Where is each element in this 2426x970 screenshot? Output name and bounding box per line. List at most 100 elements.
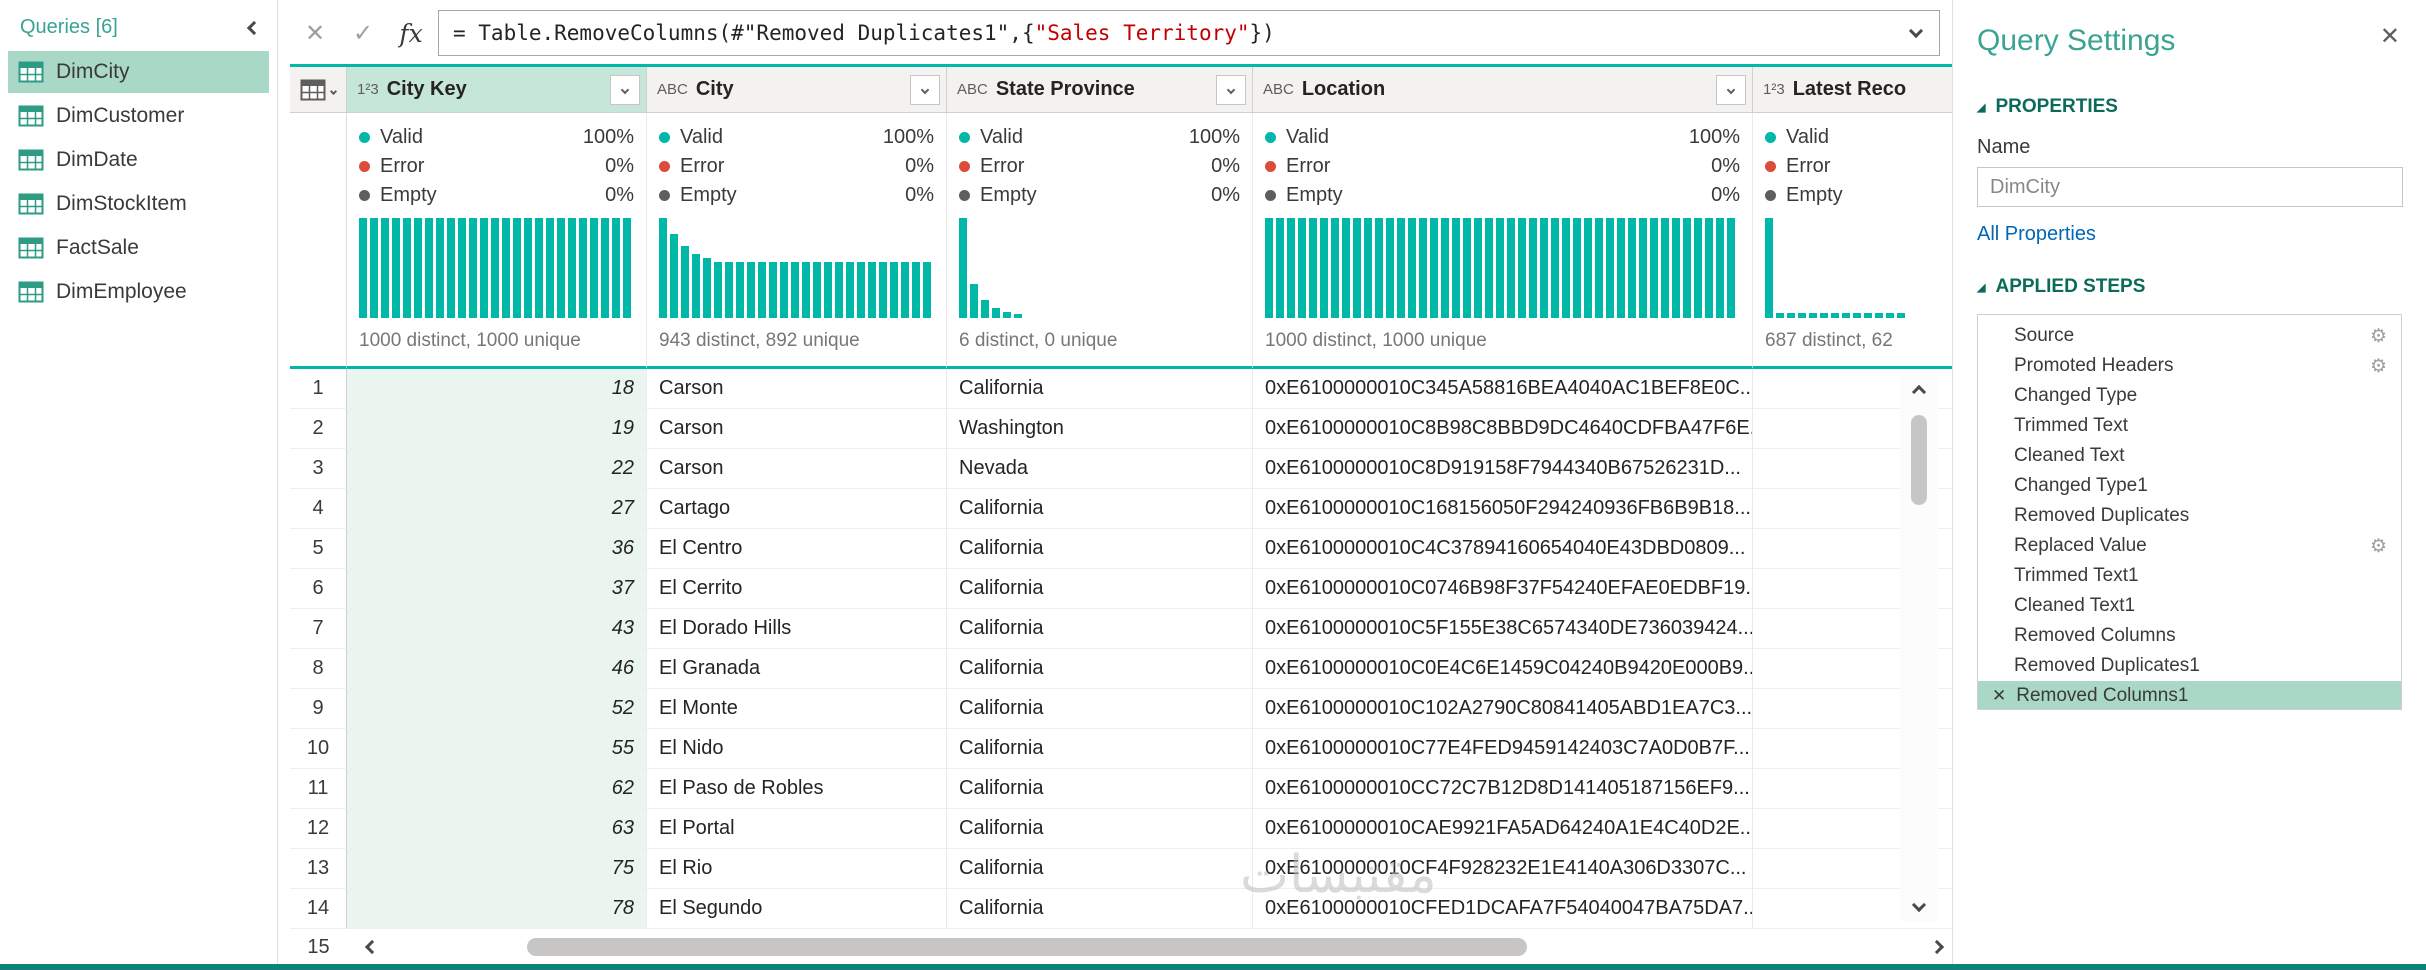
cell[interactable]: California: [947, 849, 1253, 889]
cell[interactable]: 78: [347, 889, 647, 929]
cell[interactable]: 0xE6100000010C102A2790C80841405ABD1EA7C3…: [1253, 689, 1753, 729]
applied-step-source[interactable]: Source ⚙: [1978, 321, 2401, 351]
cell[interactable]: 18: [347, 369, 647, 409]
cell[interactable]: 0xE6100000010C0E4C6E1459C04240B9420E000B…: [1253, 649, 1753, 689]
cell[interactable]: California: [947, 729, 1253, 769]
cell[interactable]: California: [947, 489, 1253, 529]
applied-step-trimmed-text[interactable]: Trimmed Text: [1978, 411, 2401, 441]
cell[interactable]: 52: [347, 689, 647, 729]
cell[interactable]: California: [947, 769, 1253, 809]
scroll-up-icon[interactable]: [1911, 384, 1927, 400]
delete-step-icon[interactable]: ✕: [1992, 686, 2006, 706]
sidebar-item-dimcity[interactable]: DimCity: [8, 51, 269, 93]
row-number[interactable]: 11: [290, 769, 347, 809]
cell[interactable]: 19: [347, 409, 647, 449]
cell[interactable]: El Portal: [647, 809, 947, 849]
applied-step-trimmed-text1[interactable]: Trimmed Text1: [1978, 561, 2401, 591]
step-settings-gear-icon[interactable]: ⚙: [2370, 535, 2387, 558]
cell[interactable]: California: [947, 689, 1253, 729]
sidebar-item-dimstockitem[interactable]: DimStockItem: [8, 183, 269, 225]
cell[interactable]: Carson: [647, 369, 947, 409]
cell[interactable]: 0xE6100000010C8B98C8BBD9DC4640CDFBA47F6E…: [1253, 409, 1753, 449]
cell[interactable]: 63: [347, 809, 647, 849]
cell[interactable]: California: [947, 809, 1253, 849]
cell[interactable]: 0xE6100000010CC72C7B12D8D141405187156EF9…: [1253, 769, 1753, 809]
cancel-formula-button[interactable]: ✕: [294, 19, 336, 48]
close-icon[interactable]: ✕: [2380, 22, 2400, 51]
applied-step-changed-type[interactable]: Changed Type: [1978, 381, 2401, 411]
cell[interactable]: 0xE6100000010C77E4FED9459142403C7A0D0B7F…: [1253, 729, 1753, 769]
cell[interactable]: California: [947, 529, 1253, 569]
column-header-city[interactable]: ABC City: [647, 67, 947, 113]
cell[interactable]: California: [947, 609, 1253, 649]
scroll-right-icon[interactable]: [1929, 939, 1945, 955]
sidebar-item-dimcustomer[interactable]: DimCustomer: [8, 95, 269, 137]
cell[interactable]: 22: [347, 449, 647, 489]
row-number[interactable]: 7: [290, 609, 347, 649]
row-number[interactable]: 10: [290, 729, 347, 769]
collapse-queries-pane-icon[interactable]: [246, 20, 262, 35]
scroll-down-icon[interactable]: [1911, 897, 1927, 913]
applied-step-replaced-value[interactable]: Replaced Value ⚙: [1978, 531, 2401, 561]
cell[interactable]: 0xE6100000010C345A58816BEA4040AC1BEF8E0C…: [1253, 369, 1753, 409]
cell[interactable]: El Paso de Robles: [647, 769, 947, 809]
cell[interactable]: El Granada: [647, 649, 947, 689]
query-name-input[interactable]: [1977, 167, 2403, 207]
row-number[interactable]: 3: [290, 449, 347, 489]
sidebar-item-factsale[interactable]: FactSale: [8, 227, 269, 269]
row-number[interactable]: 4: [290, 489, 347, 529]
row-number[interactable]: 5: [290, 529, 347, 569]
cell[interactable]: California: [947, 569, 1253, 609]
step-settings-gear-icon[interactable]: ⚙: [2370, 355, 2387, 378]
cell[interactable]: El Rio: [647, 849, 947, 889]
applied-steps-section-header[interactable]: ◢ APPLIED STEPS: [1953, 268, 2426, 306]
formula-input[interactable]: = Table.RemoveColumns(#"Removed Duplicat…: [438, 10, 1940, 56]
cell[interactable]: 0xE6100000010CAE9921FA5AD64240A1E4C40D2E…: [1253, 809, 1753, 849]
applied-step-removed-columns1[interactable]: ✕ Removed Columns1: [1978, 681, 2401, 709]
cell[interactable]: El Cerrito: [647, 569, 947, 609]
row-number[interactable]: 8: [290, 649, 347, 689]
cell[interactable]: 0xE6100000010C0746B98F37F54240EFAE0EDBF1…: [1253, 569, 1753, 609]
row-number[interactable]: 13: [290, 849, 347, 889]
cell[interactable]: 0xE6100000010C5F155E38C6574340DE73603942…: [1253, 609, 1753, 649]
properties-section-header[interactable]: ◢ PROPERTIES: [1953, 88, 2426, 126]
column-header-latest-reco[interactable]: 1²3 Latest Reco: [1753, 67, 1952, 113]
sidebar-item-dimemployee[interactable]: DimEmployee: [8, 271, 269, 313]
applied-step-changed-type1[interactable]: Changed Type1: [1978, 471, 2401, 501]
row-number[interactable]: 1: [290, 369, 347, 409]
cell[interactable]: El Monte: [647, 689, 947, 729]
scroll-left-icon[interactable]: [364, 939, 380, 955]
cell[interactable]: 36: [347, 529, 647, 569]
cell[interactable]: California: [947, 649, 1253, 689]
cell[interactable]: El Dorado Hills: [647, 609, 947, 649]
cell[interactable]: Cartago: [647, 489, 947, 529]
applied-step-removed-columns[interactable]: Removed Columns: [1978, 621, 2401, 651]
cell[interactable]: 62: [347, 769, 647, 809]
cell[interactable]: 0xE6100000010C168156050F294240936FB6B9B1…: [1253, 489, 1753, 529]
step-settings-gear-icon[interactable]: ⚙: [2370, 325, 2387, 348]
applied-step-removed-duplicates[interactable]: Removed Duplicates: [1978, 501, 2401, 531]
cell[interactable]: 75: [347, 849, 647, 889]
column-header-location[interactable]: ABC Location: [1253, 67, 1753, 113]
horizontal-scrollbar-thumb[interactable]: [527, 938, 1527, 956]
applied-step-removed-duplicates1[interactable]: Removed Duplicates1: [1978, 651, 2401, 681]
applied-step-promoted-headers[interactable]: Promoted Headers ⚙: [1978, 351, 2401, 381]
table-menu-button[interactable]: [290, 67, 347, 113]
all-properties-link[interactable]: All Properties: [1953, 207, 2426, 268]
filter-button[interactable]: [910, 74, 940, 105]
cell[interactable]: Carson: [647, 409, 947, 449]
filter-button[interactable]: [610, 74, 640, 105]
cell[interactable]: Nevada: [947, 449, 1253, 489]
cell[interactable]: El Nido: [647, 729, 947, 769]
cell[interactable]: California: [947, 889, 1253, 929]
filter-button[interactable]: [1216, 74, 1246, 105]
cell[interactable]: El Segundo: [647, 889, 947, 929]
vertical-scrollbar[interactable]: [1900, 375, 1938, 922]
row-number[interactable]: 2: [290, 409, 347, 449]
cell[interactable]: California: [947, 369, 1253, 409]
column-header-state-province[interactable]: ABC State Province: [947, 67, 1253, 113]
filter-button[interactable]: [1716, 74, 1746, 105]
cell[interactable]: 27: [347, 489, 647, 529]
applied-step-cleaned-text[interactable]: Cleaned Text: [1978, 441, 2401, 471]
expand-formula-bar-icon[interactable]: [1908, 23, 1924, 39]
